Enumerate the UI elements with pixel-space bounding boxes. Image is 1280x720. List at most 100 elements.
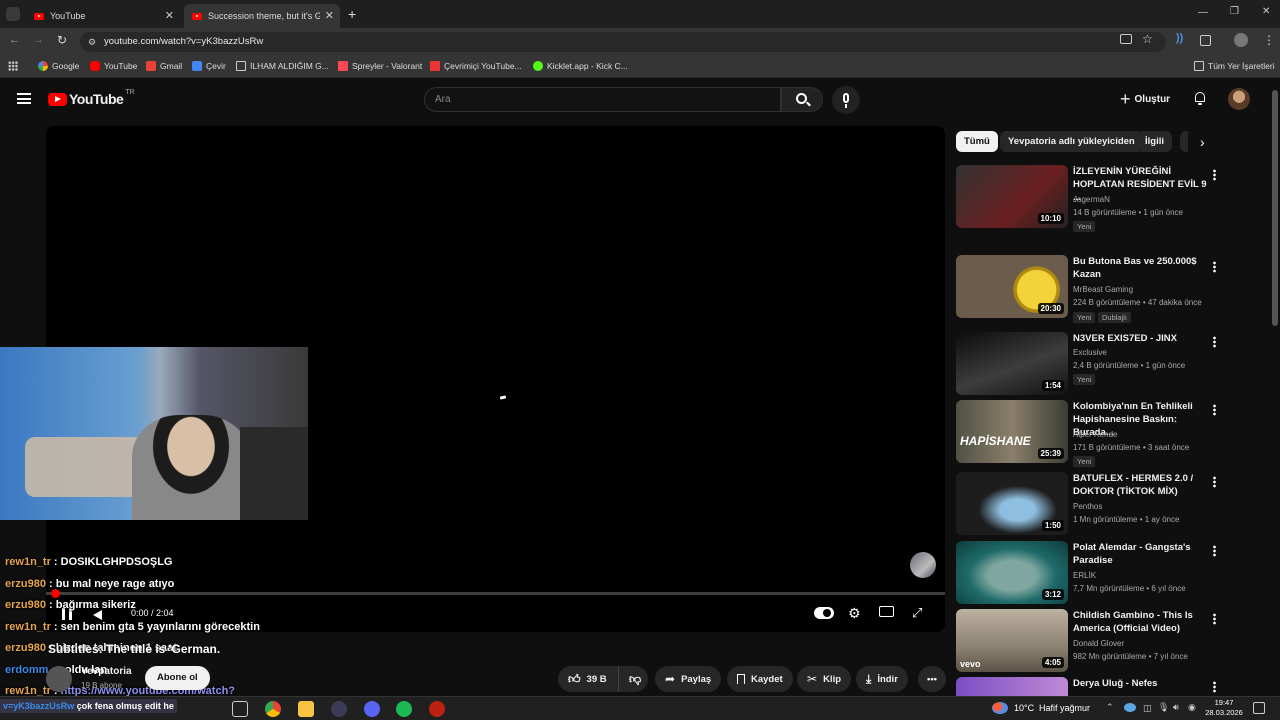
- video-title[interactable]: Childish Gambino - This Is America (Offi…: [1073, 609, 1209, 635]
- like-button[interactable]: 👍︎ 39 B: [558, 666, 618, 692]
- video-thumbnail[interactable]: 20:30: [956, 255, 1068, 318]
- list-item[interactable]: 1:54 N3VER EXIS7ED - JINX Exclusive 2,4 …: [956, 332, 1226, 396]
- video-thumbnail[interactable]: 10:10: [956, 165, 1068, 228]
- video-title[interactable]: BATUFLEX - HERMES 2.0 / DOKTOR (TİKTOK M…: [1073, 472, 1209, 498]
- more-vertical-icon[interactable]: [1213, 681, 1216, 693]
- more-vertical-icon[interactable]: [1213, 545, 1216, 557]
- settings-gear-icon[interactable]: ⚙: [848, 605, 861, 622]
- progress-bar[interactable]: [46, 592, 945, 595]
- list-item[interactable]: 3:12 Polat Alemdar - Gangsta's Paradise …: [956, 541, 1226, 605]
- channel-name[interactable]: MrBeast Gaming: [1073, 285, 1133, 294]
- obs-icon[interactable]: [429, 701, 445, 717]
- tab-youtube[interactable]: YouTube ✕: [26, 4, 180, 28]
- avatar[interactable]: [1228, 88, 1250, 110]
- tab-succession[interactable]: Succession theme, but it's Germ ✕: [184, 4, 340, 28]
- browser-menu-icon[interactable]: ⋮: [1263, 33, 1275, 47]
- site-info-icon[interactable]: ⚙: [88, 32, 96, 52]
- video-thumbnail[interactable]: 3:12: [956, 541, 1068, 604]
- back-icon[interactable]: ←: [9, 34, 20, 46]
- network-icon[interactable]: ◫: [1143, 703, 1152, 714]
- chip-uploader[interactable]: Yevpatoria adlı yükleyiciden: [1000, 131, 1143, 152]
- channel-name[interactable]: Exclusive: [1073, 348, 1107, 357]
- chip-related[interactable]: İlgili: [1137, 131, 1172, 152]
- new-tab-icon[interactable]: +: [348, 6, 356, 22]
- notifications-bell-icon[interactable]: [1193, 91, 1207, 105]
- page-scrollbar[interactable]: [1272, 90, 1278, 326]
- channel-name[interactable]: Yevpatoria: [81, 666, 132, 677]
- weather-temp[interactable]: 10°C: [1014, 703, 1034, 713]
- apps-grid-icon[interactable]: [8, 61, 18, 71]
- video-thumbnail[interactable]: vevo 4:05: [956, 609, 1068, 672]
- youtube-logo[interactable]: YouTube TR: [48, 89, 135, 107]
- speaker-tray-icon[interactable]: ◉: [1188, 702, 1196, 713]
- tab-search-button[interactable]: [6, 7, 20, 21]
- bookmark-star-icon[interactable]: ☆: [1142, 32, 1153, 46]
- chevron-right-icon[interactable]: ›: [1200, 134, 1205, 150]
- progress-scrubber[interactable]: [51, 589, 60, 598]
- search-button[interactable]: [781, 87, 823, 112]
- volume-icon[interactable]: [93, 610, 102, 620]
- chip-overflow[interactable]: [1180, 131, 1188, 152]
- install-app-icon[interactable]: [1120, 34, 1132, 44]
- download-button[interactable]: ⤓ İndir: [856, 666, 908, 692]
- autoplay-toggle[interactable]: [814, 607, 834, 619]
- list-item[interactable]: vevo 4:05 Childish Gambino - This Is Ame…: [956, 609, 1226, 673]
- video-thumbnail[interactable]: [956, 677, 1068, 696]
- list-item[interactable]: 10:10 İZLEYENİN YÜREĞİNİ HOPLATAN RESİDE…: [956, 165, 1226, 250]
- video-title[interactable]: Derya Uluğ - Nefes: [1073, 677, 1209, 690]
- video-title[interactable]: Polat Alemdar - Gangsta's Paradise: [1073, 541, 1209, 567]
- profile-avatar-icon[interactable]: [1234, 33, 1248, 47]
- video-title[interactable]: N3VER EXIS7ED - JINX: [1073, 332, 1209, 345]
- channel-watermark[interactable]: [910, 552, 936, 578]
- bookmark-youtube[interactable]: YouTube: [90, 61, 137, 71]
- theater-mode-icon[interactable]: [879, 606, 894, 617]
- steam-icon[interactable]: [331, 701, 347, 717]
- discord-icon[interactable]: [364, 701, 380, 717]
- video-thumbnail[interactable]: 1:54: [956, 332, 1068, 395]
- weather-text[interactable]: Hafif yağmur: [1039, 703, 1090, 713]
- more-vertical-icon[interactable]: [1213, 169, 1216, 181]
- more-vertical-icon[interactable]: [1213, 476, 1216, 488]
- dislike-button[interactable]: 👎︎: [618, 666, 648, 692]
- channel-name[interactable]: ERLİK: [1073, 571, 1096, 580]
- spotify-icon[interactable]: [396, 701, 412, 717]
- create-button[interactable]: + Oluştur: [1120, 89, 1170, 109]
- voice-search-button[interactable]: [832, 86, 860, 114]
- bookmark-translate[interactable]: Çevir: [192, 61, 226, 71]
- fullscreen-icon[interactable]: ⤢: [912, 605, 922, 621]
- microphone-tray-icon[interactable]: 🎙︎: [1158, 702, 1169, 713]
- share-button[interactable]: ➦ Paylaş: [655, 666, 722, 692]
- chevron-up-icon[interactable]: ⌃: [1106, 702, 1114, 713]
- channel-name[interactable]: Donald Glover: [1073, 639, 1124, 648]
- reload-icon[interactable]: ↻: [57, 33, 67, 47]
- more-actions-button[interactable]: •••: [918, 666, 946, 692]
- notification-center-icon[interactable]: [1253, 702, 1265, 714]
- clip-button[interactable]: ✂ Klip: [797, 666, 852, 692]
- chip-all[interactable]: Tümü: [956, 131, 998, 152]
- all-bookmarks[interactable]: Tüm Yer İşaretleri: [1194, 61, 1275, 71]
- save-button[interactable]: Kaydet: [727, 666, 793, 692]
- bookmark-valorant[interactable]: Spreyler - Valorant: [338, 61, 422, 71]
- bookmark-kicklet[interactable]: Kicklet.app - Kick C...: [533, 61, 628, 71]
- more-vertical-icon[interactable]: [1213, 336, 1216, 348]
- onedrive-icon[interactable]: [1124, 703, 1136, 712]
- volume-tray-icon[interactable]: 🔊︎: [1173, 702, 1179, 713]
- minimize-icon[interactable]: —: [1198, 7, 1208, 18]
- task-view-icon[interactable]: [232, 701, 248, 717]
- subscribe-button[interactable]: Abone ol: [145, 666, 210, 690]
- chrome-icon[interactable]: [265, 701, 281, 717]
- bookmark-google[interactable]: Google: [38, 61, 79, 71]
- channel-name[interactable]: Alper Rende: [1073, 430, 1117, 439]
- bookmark-gmail[interactable]: Gmail: [146, 61, 182, 71]
- video-thumbnail[interactable]: 1:50: [956, 472, 1068, 535]
- bookmark-youtube-online[interactable]: Çevrimiçi YouTube...: [430, 61, 522, 71]
- search-input[interactable]: Ara: [424, 87, 781, 112]
- list-item[interactable]: 1:50 BATUFLEX - HERMES 2.0 / DOKTOR (TİK…: [956, 472, 1226, 536]
- bookmark-folder[interactable]: İLHAM ALDIĞIM G...: [236, 61, 329, 71]
- list-item[interactable]: HAPİSHANE 25:39 Kolombiya'nın En Tehlike…: [956, 400, 1226, 467]
- more-vertical-icon[interactable]: [1213, 404, 1216, 416]
- extensions-puzzle-icon[interactable]: [1200, 35, 1211, 46]
- extension-icon[interactable]: )): [1176, 32, 1183, 44]
- more-vertical-icon[interactable]: [1213, 261, 1216, 273]
- video-thumbnail[interactable]: HAPİSHANE 25:39: [956, 400, 1068, 463]
